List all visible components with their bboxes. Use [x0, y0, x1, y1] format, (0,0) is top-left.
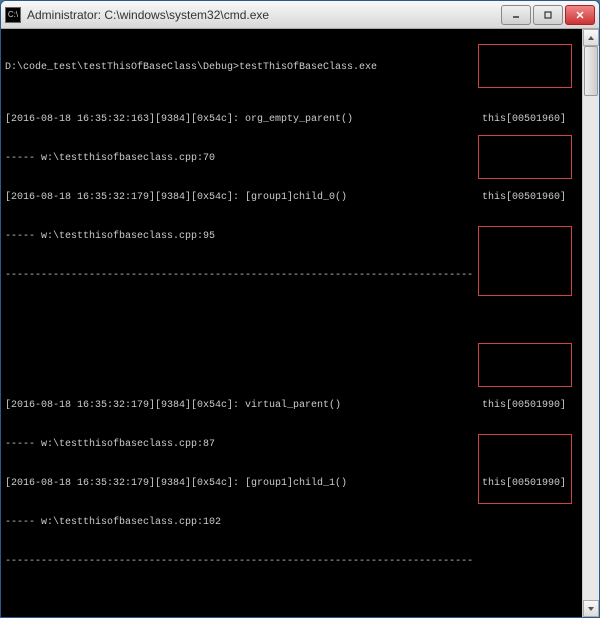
scroll-down-button[interactable]	[583, 600, 599, 617]
console-output[interactable]: D:\code_test\testThisOfBaseClass\Debug>t…	[1, 29, 582, 617]
maximize-button[interactable]	[533, 5, 563, 25]
cmd-window: C:\ Administrator: C:\windows\system32\c…	[0, 0, 600, 618]
window-title: Administrator: C:\windows\system32\cmd.e…	[27, 8, 499, 22]
separator: ----------------------------------------…	[5, 269, 473, 282]
log-line: [2016-08-18 16:35:32:179][9384][0x54c]: …	[5, 399, 341, 412]
src-line: ----- w:\testthisofbaseclass.cpp:102	[5, 516, 221, 529]
this-ptr: this[00501960]	[482, 113, 578, 126]
prompt-line: D:\code_test\testThisOfBaseClass\Debug>t…	[5, 61, 377, 74]
scroll-up-button[interactable]	[583, 29, 599, 46]
vertical-scrollbar[interactable]	[582, 29, 599, 617]
src-line: ----- w:\testthisofbaseclass.cpp:95	[5, 230, 215, 243]
separator: ----------------------------------------…	[5, 555, 473, 568]
scroll-thumb[interactable]	[584, 46, 598, 96]
src-line: ----- w:\testthisofbaseclass.cpp:87	[5, 438, 215, 451]
console-area: D:\code_test\testThisOfBaseClass\Debug>t…	[1, 29, 599, 617]
minimize-button[interactable]	[501, 5, 531, 25]
titlebar[interactable]: C:\ Administrator: C:\windows\system32\c…	[1, 1, 599, 29]
log-line: [2016-08-18 16:35:32:163][9384][0x54c]: …	[5, 113, 353, 126]
window-controls	[499, 5, 595, 25]
src-line: ----- w:\testthisofbaseclass.cpp:70	[5, 152, 215, 165]
cmd-icon: C:\	[5, 7, 21, 23]
this-ptr: this[00501960]	[482, 191, 578, 204]
close-button[interactable]	[565, 5, 595, 25]
log-line: [2016-08-18 16:35:32:179][9384][0x54c]: …	[5, 191, 347, 204]
this-ptr: this[00501990]	[482, 477, 578, 490]
this-ptr: this[00501990]	[482, 399, 578, 412]
scroll-track[interactable]	[583, 46, 599, 600]
log-line: [2016-08-18 16:35:32:179][9384][0x54c]: …	[5, 477, 347, 490]
